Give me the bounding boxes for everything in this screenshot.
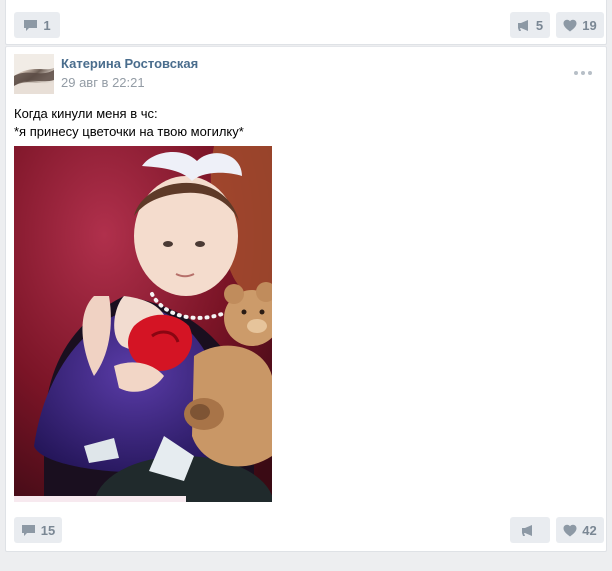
post-text: Когда кинули меня в чс: *я принесу цвето… [14, 105, 244, 141]
post-date[interactable]: 29 авг в 22:21 [61, 75, 145, 90]
post-card: Катерина Ростовская 29 авг в 22:21 Когда… [5, 46, 607, 552]
post-text-line: *я принесу цветочки на твою могилку* [14, 124, 244, 139]
author-name[interactable]: Катерина Ростовская [61, 56, 198, 71]
comments-button[interactable]: 15 [14, 517, 62, 543]
heart-icon [563, 19, 577, 32]
photo-image [14, 146, 272, 502]
post-text-line: Когда кинули меня в чс: [14, 106, 158, 121]
comments-button[interactable]: 1 [14, 12, 60, 38]
comment-icon [21, 524, 36, 537]
comments-count: 15 [40, 522, 56, 538]
previous-post-card: 1 5 19 [5, 0, 607, 45]
like-button[interactable]: 42 [556, 517, 604, 543]
share-button[interactable] [510, 517, 550, 543]
comment-icon [23, 19, 38, 32]
megaphone-icon [517, 19, 531, 32]
heart-icon [563, 524, 577, 537]
avatar[interactable] [14, 54, 54, 94]
likes-count: 42 [582, 522, 597, 538]
comments-count: 1 [43, 17, 51, 33]
post-photo[interactable] [14, 146, 272, 502]
avatar-image [14, 54, 54, 94]
megaphone-icon [521, 524, 535, 537]
share-button[interactable]: 5 [510, 12, 550, 38]
likes-count: 19 [582, 17, 597, 33]
shares-count: 5 [535, 17, 544, 33]
like-button[interactable]: 19 [556, 12, 604, 38]
more-dots-icon[interactable] [574, 71, 592, 75]
